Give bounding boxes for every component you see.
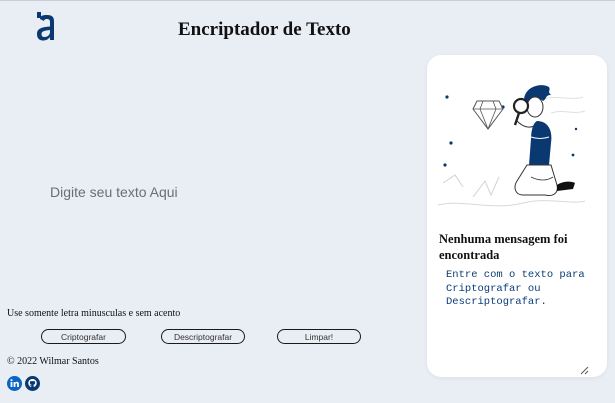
decrypt-button[interactable]: Descriptografar [161, 329, 245, 344]
page-title: Encriptador de Texto [178, 19, 351, 40]
output-panel: Nenhuma mensagem foi encontrada Entre co… [427, 55, 607, 377]
clear-button[interactable]: Limpar! [277, 329, 361, 344]
person-with-magnifier-illustration [437, 85, 586, 207]
logo-icon [37, 12, 54, 41]
top-border [0, 0, 615, 1]
copyright-text: © 2022 Wilmar Santos [7, 356, 99, 367]
github-icon[interactable] [25, 376, 40, 391]
output-text[interactable]: Entre com o texto para Criptografar ou D… [446, 269, 596, 310]
output-title: Nenhuma mensagem foi encontrada [439, 232, 568, 262]
input-hint: Use somente letra minusculas e sem acent… [7, 308, 181, 319]
encrypt-button[interactable]: Criptografar [41, 329, 126, 344]
text-input[interactable]: Digite seu texto Aqui [50, 184, 370, 200]
resize-handle-icon[interactable] [579, 365, 589, 375]
social-links [7, 376, 40, 391]
linkedin-icon[interactable] [7, 376, 22, 391]
